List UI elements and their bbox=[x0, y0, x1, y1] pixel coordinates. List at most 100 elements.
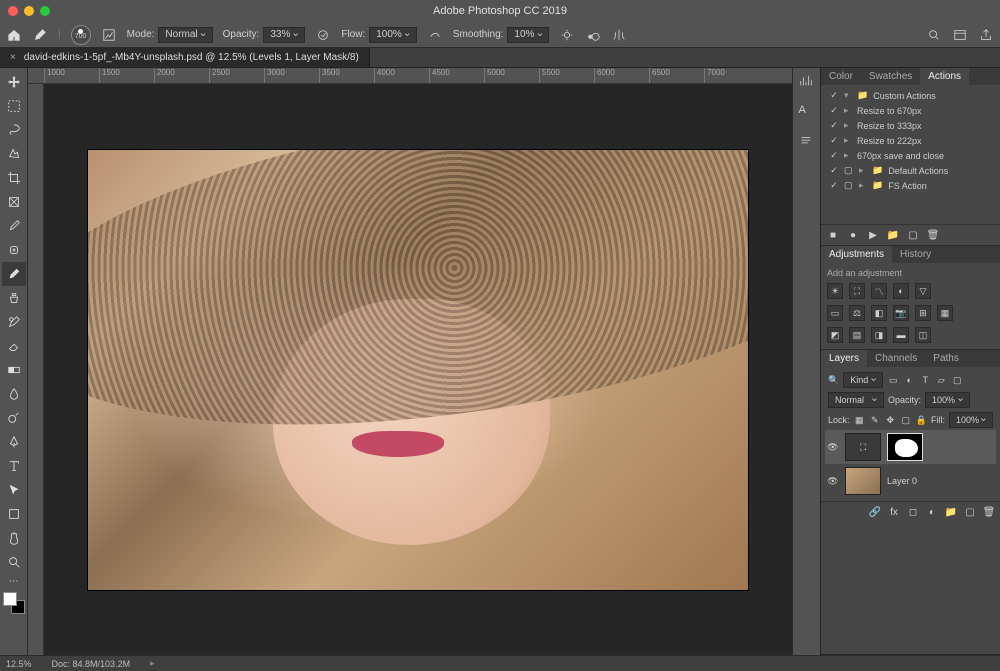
clone-stamp-tool[interactable] bbox=[2, 286, 26, 310]
layer-blend-select[interactable]: Normal bbox=[828, 392, 884, 408]
invert-icon[interactable]: ◩ bbox=[827, 327, 843, 343]
eyedropper-tool[interactable] bbox=[2, 214, 26, 238]
filter-shape-icon[interactable]: ▱ bbox=[935, 374, 947, 386]
histogram-panel-icon[interactable] bbox=[799, 74, 815, 90]
brush-panel-icon[interactable] bbox=[101, 27, 117, 43]
marquee-tool[interactable] bbox=[2, 94, 26, 118]
layers-tab[interactable]: Layers bbox=[821, 350, 867, 367]
action-item[interactable]: ✓▸Resize to 333px bbox=[825, 118, 996, 133]
status-zoom[interactable]: 12.5% bbox=[6, 659, 32, 669]
stop-icon[interactable]: ■ bbox=[827, 229, 839, 241]
levels-icon[interactable]: ⛶ bbox=[849, 283, 865, 299]
layer-name[interactable]: Layer 0 bbox=[887, 476, 917, 486]
quick-select-tool[interactable] bbox=[2, 142, 26, 166]
opacity-field[interactable]: 33% bbox=[263, 27, 305, 43]
hue-sat-icon[interactable]: ▭ bbox=[827, 305, 843, 321]
brightness-icon[interactable]: ☀ bbox=[827, 283, 843, 299]
layer-row[interactable]: 👁 ⛶ bbox=[825, 430, 996, 464]
shape-tool[interactable] bbox=[2, 502, 26, 526]
action-item[interactable]: ✓▸Resize to 670px bbox=[825, 103, 996, 118]
new-set-icon[interactable]: 📁 bbox=[887, 229, 899, 241]
paragraph-panel-icon[interactable] bbox=[799, 134, 815, 150]
new-group-icon[interactable]: 📁 bbox=[945, 506, 957, 518]
color-tab[interactable]: Color bbox=[821, 68, 861, 85]
layer-fill-field[interactable]: 100% bbox=[949, 412, 993, 428]
layer-filter-select[interactable]: Kind bbox=[843, 372, 883, 388]
history-brush-tool[interactable] bbox=[2, 310, 26, 334]
bw-icon[interactable]: ◧ bbox=[871, 305, 887, 321]
curves-icon[interactable]: 〽 bbox=[871, 283, 887, 299]
visibility-icon[interactable]: 👁 bbox=[827, 476, 839, 487]
history-tab[interactable]: History bbox=[892, 246, 939, 263]
brush-tool-icon[interactable] bbox=[32, 27, 48, 43]
lock-artboard-icon[interactable]: ▢ bbox=[900, 414, 911, 426]
blend-mode-select[interactable]: Normal bbox=[158, 27, 212, 43]
adjustment-layer-thumb[interactable]: ⛶ bbox=[845, 433, 881, 461]
action-set[interactable]: ✓▢▸📁Default Actions bbox=[825, 163, 996, 178]
layer-thumb[interactable] bbox=[845, 467, 881, 495]
character-panel-icon[interactable]: A bbox=[799, 104, 815, 120]
action-item[interactable]: ✓▸670px save and close bbox=[825, 148, 996, 163]
lasso-tool[interactable] bbox=[2, 118, 26, 142]
hand-tool[interactable] bbox=[2, 526, 26, 550]
pressure-opacity-icon[interactable] bbox=[315, 27, 331, 43]
pressure-size-icon[interactable] bbox=[585, 27, 601, 43]
vibrance-icon[interactable]: ▽ bbox=[915, 283, 931, 299]
window-zoom-button[interactable] bbox=[40, 6, 50, 16]
filter-adjust-icon[interactable]: ◐ bbox=[903, 374, 915, 386]
move-tool[interactable] bbox=[2, 70, 26, 94]
photo-filter-icon[interactable]: 📷 bbox=[893, 305, 909, 321]
filter-smart-icon[interactable]: ▢ bbox=[951, 374, 963, 386]
artboard[interactable] bbox=[44, 84, 792, 655]
layer-opacity-field[interactable]: 100% bbox=[925, 392, 970, 408]
paths-tab[interactable]: Paths bbox=[925, 350, 967, 367]
smoothing-field[interactable]: 10% bbox=[507, 27, 549, 43]
layer-style-icon[interactable]: fx bbox=[888, 506, 900, 518]
add-mask-icon[interactable]: ◻ bbox=[907, 506, 919, 518]
exposure-icon[interactable]: ◐ bbox=[893, 283, 909, 299]
path-select-tool[interactable] bbox=[2, 478, 26, 502]
new-action-icon[interactable]: ▢ bbox=[907, 229, 919, 241]
window-close-button[interactable] bbox=[8, 6, 18, 16]
edit-toolbar-icon[interactable]: ⋯ bbox=[2, 574, 26, 588]
delete-layer-icon[interactable]: 🗑 bbox=[983, 506, 995, 518]
brush-preset-picker[interactable]: 700 bbox=[71, 25, 91, 45]
smoothing-options-icon[interactable] bbox=[559, 27, 575, 43]
status-doc-size[interactable]: Doc: 84.8M/103.2M bbox=[52, 659, 131, 669]
selective-color-icon[interactable]: ◫ bbox=[915, 327, 931, 343]
record-icon[interactable]: ● bbox=[847, 229, 859, 241]
visibility-icon[interactable]: 👁 bbox=[827, 442, 839, 453]
swatches-tab[interactable]: Swatches bbox=[861, 68, 920, 85]
color-balance-icon[interactable]: ⚖ bbox=[849, 305, 865, 321]
healing-brush-tool[interactable] bbox=[2, 238, 26, 262]
brush-tool[interactable] bbox=[2, 262, 26, 286]
posterize-icon[interactable]: ▤ bbox=[849, 327, 865, 343]
layer-row[interactable]: 👁 Layer 0 bbox=[825, 464, 996, 498]
action-set[interactable]: ✓▢▸📁FS Action bbox=[825, 178, 996, 193]
window-minimize-button[interactable] bbox=[24, 6, 34, 16]
lock-transparency-icon[interactable]: ▦ bbox=[854, 414, 865, 426]
share-icon[interactable] bbox=[978, 27, 994, 43]
flow-field[interactable]: 100% bbox=[369, 27, 417, 43]
dodge-tool[interactable] bbox=[2, 406, 26, 430]
pen-tool[interactable] bbox=[2, 430, 26, 454]
search-icon[interactable] bbox=[926, 27, 942, 43]
filter-pixel-icon[interactable]: ▭ bbox=[887, 374, 899, 386]
new-layer-icon[interactable]: ▢ bbox=[964, 506, 976, 518]
lock-all-icon[interactable]: 🔒 bbox=[915, 414, 926, 426]
lock-position-icon[interactable]: ✥ bbox=[884, 414, 895, 426]
type-tool[interactable] bbox=[2, 454, 26, 478]
airbrush-icon[interactable] bbox=[427, 27, 443, 43]
adjustments-tab[interactable]: Adjustments bbox=[821, 246, 892, 263]
channel-mixer-icon[interactable]: ⊞ bbox=[915, 305, 931, 321]
document-tab[interactable]: × david-edkins-1-5pf_-Mb4Y-unsplash.psd … bbox=[0, 48, 370, 67]
lock-pixels-icon[interactable]: ✎ bbox=[869, 414, 880, 426]
action-set[interactable]: ✓▾📁Custom Actions bbox=[825, 88, 996, 103]
new-adjustment-icon[interactable]: ◐ bbox=[926, 506, 938, 518]
color-lookup-icon[interactable]: ▦ bbox=[937, 305, 953, 321]
link-layers-icon[interactable]: 🔗 bbox=[869, 506, 881, 518]
crop-tool[interactable] bbox=[2, 166, 26, 190]
filter-type-icon[interactable]: T bbox=[919, 374, 931, 386]
home-icon[interactable] bbox=[6, 27, 22, 43]
gradient-map-icon[interactable]: ▬ bbox=[893, 327, 909, 343]
